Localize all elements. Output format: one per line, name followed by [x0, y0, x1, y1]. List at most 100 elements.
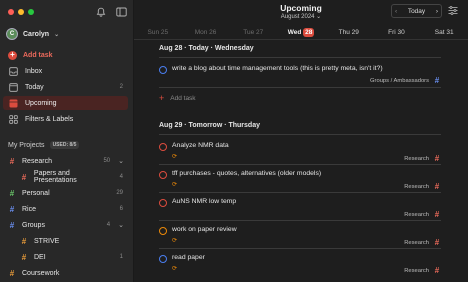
sidebar: C Carolyn ⌄ + Add task Inbox Today 2 Upc…: [0, 0, 134, 282]
hash-icon: #: [21, 172, 27, 182]
project-personal[interactable]: # Personal 29: [3, 186, 128, 200]
project-label: Papers and Presentations: [33, 170, 77, 184]
task-item[interactable]: work on paper review ⟳ Research #: [159, 226, 441, 247]
task-item[interactable]: tff purchases - quotes, alternatives (ol…: [159, 170, 441, 191]
task-title: read paper: [172, 254, 205, 261]
day-label: Wed: [287, 29, 302, 36]
task-item[interactable]: write a blog about time management tools…: [159, 65, 441, 86]
task-project: Research #: [404, 238, 441, 247]
recurring-icon: ⟳: [172, 182, 178, 188]
close-window-button[interactable]: [8, 9, 14, 15]
divider: [159, 192, 441, 193]
project-groups[interactable]: # Groups 4 ⌄: [3, 218, 128, 232]
task-item[interactable]: AuNS NMR low temp Research #: [159, 198, 441, 219]
inbox-icon: [8, 66, 19, 77]
hash-icon: #: [9, 204, 15, 214]
sidebar-toggle-icon[interactable]: [116, 6, 127, 17]
hash-icon: #: [434, 154, 440, 163]
hash-icon: #: [9, 188, 15, 198]
chevron-down-icon[interactable]: ⌄: [118, 221, 124, 229]
day-mon[interactable]: Mon 26: [182, 27, 230, 39]
project-strive[interactable]: # STRIVE: [15, 234, 128, 248]
project-label: DEI: [34, 253, 46, 261]
project-label: Personal: [22, 189, 50, 197]
day-sat[interactable]: Sat 31: [420, 27, 468, 39]
view-options-icon[interactable]: [448, 6, 458, 17]
hash-icon: #: [9, 220, 15, 230]
task-project-label: Research: [404, 211, 429, 218]
zoom-window-button[interactable]: [28, 9, 34, 15]
usage-badge: USED: 8/5: [49, 141, 80, 149]
task-title: work on paper review: [172, 226, 237, 233]
hash-icon: #: [434, 76, 440, 85]
day-thu[interactable]: Thu 29: [325, 27, 373, 39]
today-count: 2: [119, 84, 123, 90]
projects-header-label: My Projects: [8, 141, 45, 149]
projects-header[interactable]: My Projects USED: 8/5: [8, 141, 80, 149]
chevron-down-icon: ⌄: [316, 14, 322, 20]
task-project-label: Research: [404, 183, 429, 190]
project-count: 4: [106, 222, 111, 228]
chevron-right-icon[interactable]: ›: [436, 8, 438, 15]
plus-icon: +: [8, 50, 17, 60]
sidebar-item-label: Upcoming: [25, 99, 57, 107]
sidebar-item-label: Today: [25, 83, 44, 91]
task-checkbox[interactable]: [159, 143, 167, 151]
project-rice[interactable]: # Rice 6: [3, 202, 128, 216]
project-dei[interactable]: # DEI 1: [15, 250, 128, 264]
project-research[interactable]: # Research 50 ⌄: [3, 154, 128, 168]
task-checkbox[interactable]: [159, 171, 167, 179]
project-papers-and-presentations[interactable]: # Papers and Presentations 4: [15, 170, 128, 184]
task-checkbox[interactable]: [159, 227, 167, 235]
today-date-badge: 28: [303, 28, 315, 37]
day-fri[interactable]: Fri 30: [373, 27, 421, 39]
day-tue[interactable]: Tue 27: [229, 27, 277, 39]
chevron-down-icon: ⌄: [54, 31, 60, 38]
task-project-label: Research: [404, 267, 429, 274]
project-count: 6: [119, 206, 123, 212]
chevron-down-icon[interactable]: ⌄: [118, 157, 124, 165]
day-heading: Aug 28 · Today · Wednesday: [159, 45, 254, 52]
minimize-window-button[interactable]: [18, 9, 24, 15]
divider: [159, 164, 441, 165]
hash-icon: #: [434, 182, 440, 191]
hash-icon: #: [434, 266, 440, 275]
bell-icon[interactable]: [95, 6, 106, 17]
project-count: 29: [116, 190, 123, 196]
sidebar-item-upcoming[interactable]: Upcoming: [3, 96, 128, 110]
task-item[interactable]: Analyze NMR data ⟳ Research #: [159, 142, 441, 163]
task-title: Analyze NMR data: [172, 142, 229, 149]
task-title: write a blog about time management tools…: [172, 65, 383, 72]
today-button[interactable]: Today: [408, 8, 425, 15]
divider: [159, 248, 441, 249]
day-wed[interactable]: Wed 28: [277, 27, 325, 39]
account-switcher[interactable]: C Carolyn ⌄: [6, 28, 59, 40]
task-checkbox[interactable]: [159, 66, 167, 74]
sidebar-item-filters-labels[interactable]: Filters & Labels: [3, 112, 128, 126]
sidebar-item-today[interactable]: Today 2: [3, 80, 128, 94]
add-task-inline-button[interactable]: + Add task: [159, 93, 196, 103]
task-project: Research #: [404, 154, 441, 163]
add-task-label: Add task: [23, 51, 53, 59]
main-panel: Upcoming August 2024 ⌄ ‹ Today › Sun 25 …: [134, 0, 468, 282]
day-sun[interactable]: Sun 25: [134, 27, 182, 39]
project-label: Research: [22, 157, 52, 165]
add-task-button[interactable]: + Add task: [3, 48, 128, 62]
hash-icon: #: [9, 156, 15, 166]
chevron-left-icon[interactable]: ‹: [395, 8, 397, 15]
sidebar-item-label: Inbox: [25, 67, 43, 75]
project-coursework[interactable]: # Coursework: [3, 266, 128, 280]
plus-icon: +: [159, 93, 165, 103]
day-heading: Aug 29 · Tomorrow · Thursday: [159, 122, 260, 129]
task-checkbox[interactable]: [159, 199, 167, 207]
task-checkbox[interactable]: [159, 255, 167, 263]
user-name: Carolyn: [23, 30, 50, 38]
task-title: AuNS NMR low temp: [172, 198, 237, 205]
window-controls: [8, 9, 34, 15]
hash-icon: #: [21, 236, 27, 246]
calendar-upcoming-icon: [8, 98, 19, 109]
recurring-icon: ⟳: [172, 238, 178, 244]
sidebar-item-inbox[interactable]: Inbox: [3, 64, 128, 78]
divider: [159, 87, 441, 88]
task-item[interactable]: read paper ⟳ Research #: [159, 254, 441, 275]
